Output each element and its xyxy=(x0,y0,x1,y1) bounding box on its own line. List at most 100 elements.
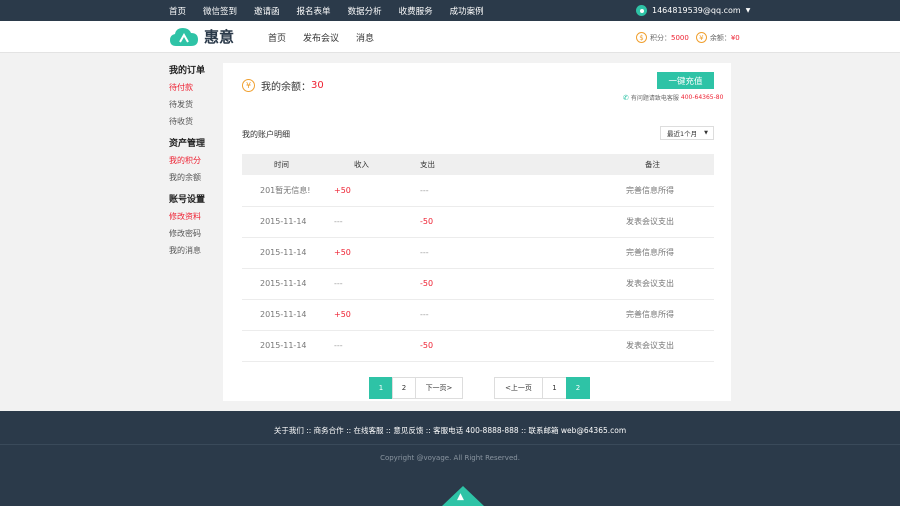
nav-home[interactable]: 首页 xyxy=(268,31,286,44)
cell-expense: --- xyxy=(420,248,429,257)
logo[interactable]: 惠意 xyxy=(169,26,234,47)
table-row: 2015-11-14 +50 --- 完善信息所得 xyxy=(242,299,714,330)
sidebar-title-assets: 资产管理 xyxy=(169,139,206,149)
sidebar-item-edit-profile[interactable]: 修改资料 xyxy=(169,211,229,222)
cell-expense: -50 xyxy=(420,217,434,226)
balance-value: ¥0 xyxy=(730,33,740,42)
cell-time: 2015-11-14 xyxy=(260,279,307,288)
cloud-logo-icon xyxy=(169,26,199,47)
phone-icon: ✆ xyxy=(623,93,629,102)
sidebar-title-account: 账号设置 xyxy=(169,195,206,205)
sidebar-item-my-points[interactable]: 我的积分 xyxy=(169,155,229,166)
sidebar-item-my-messages[interactable]: 我的消息 xyxy=(169,245,229,256)
copyright: Copyright @voyage. All Right Reserved. xyxy=(380,454,520,462)
cell-income: --- xyxy=(334,341,343,350)
page-button-1[interactable]: 1 xyxy=(542,377,567,399)
col-income: 收入 xyxy=(354,160,369,169)
footer-links[interactable]: 关于我们 :: 商务合作 :: 在线客服 :: 意见反馈 :: 客服电话 400… xyxy=(0,425,900,436)
nav-publish-meeting[interactable]: 发布会议 xyxy=(303,31,339,44)
my-balance-label: 我的余额： xyxy=(261,82,311,93)
sidebar-item-pending-shipment[interactable]: 待发货 xyxy=(169,99,229,110)
cell-expense: --- xyxy=(420,185,429,195)
page-button-1[interactable]: 1 xyxy=(369,377,393,399)
header-stats: $ 积分： 5000 ¥ 余额： ¥0 xyxy=(636,32,747,43)
period-selected-value: 最近1个月 xyxy=(667,130,698,138)
user-avatar-icon xyxy=(636,5,647,16)
main-nav: 首页 发布会议 消息 xyxy=(268,21,391,53)
cell-income: +50 xyxy=(334,310,351,319)
prev-page-button[interactable]: <上一页 xyxy=(494,377,543,399)
cell-expense: --- xyxy=(420,310,429,319)
topnav-registration-form[interactable]: 报名表单 xyxy=(297,5,331,17)
recharge-button[interactable]: 一键充值 xyxy=(657,72,714,89)
top-bar: 首页 微信签到 邀请函 报名表单 数据分析 收费服务 成功案例 14648195… xyxy=(0,0,900,21)
cell-time: 2015-11-14 xyxy=(260,217,307,226)
sidebar-group-orders: 我的订单 待付款 待发货 待收货 xyxy=(169,63,229,127)
user-email: 1464819539@qq.com xyxy=(652,6,741,15)
account-detail-title: 我的账户明细 xyxy=(242,130,290,139)
sidebar-title-orders: 我的订单 xyxy=(169,66,206,76)
page-button-2[interactable]: 2 xyxy=(566,377,590,399)
cell-income: --- xyxy=(334,279,343,288)
footer-divider xyxy=(0,444,900,445)
period-select[interactable]: 最近1个月 ▼ xyxy=(660,126,714,140)
chevron-down-icon: ▼ xyxy=(704,130,708,136)
col-expense: 支出 xyxy=(420,160,435,169)
hotline-text: 有问题请致电客服 xyxy=(630,95,679,102)
topnav-wechat-signin[interactable]: 微信签到 xyxy=(203,5,237,17)
top-nav: 首页 微信签到 邀请函 报名表单 数据分析 收费服务 成功案例 xyxy=(169,0,501,21)
site-footer: 关于我们 :: 商务合作 :: 在线客服 :: 意见反馈 :: 客服电话 400… xyxy=(0,411,900,506)
balance-label: 余额： xyxy=(709,33,731,42)
sidebar-item-change-password[interactable]: 修改密码 xyxy=(169,228,229,239)
page-button-2[interactable]: 2 xyxy=(392,377,416,399)
cell-income: +50 xyxy=(334,185,351,195)
table-header-row: 时间 收入 支出 备注 xyxy=(242,154,714,175)
cell-time: 2015-11-14 xyxy=(260,341,307,350)
topnav-success-cases[interactable]: 成功案例 xyxy=(450,5,484,17)
cell-time: 2015-11-14 xyxy=(260,248,307,257)
yen-circle-icon: ¥ xyxy=(242,79,255,92)
sidebar-group-account: 账号设置 修改资料 修改密码 我的消息 xyxy=(169,192,229,256)
chevron-down-icon: ▼ xyxy=(745,7,751,14)
pagination-b: <上一页 1 2 xyxy=(494,377,590,399)
cell-note: 完善信息所得 xyxy=(626,310,674,319)
yen-icon: ¥ xyxy=(695,32,707,43)
topnav-home[interactable]: 首页 xyxy=(169,5,186,17)
col-note: 备注 xyxy=(645,160,660,169)
arrow-up-icon: ▲ xyxy=(457,492,464,502)
hotline: ✆ 有问题请致电客服 400-64365-80 xyxy=(623,93,723,103)
cell-note: 完善信息所得 xyxy=(626,248,674,257)
points-value: 5000 xyxy=(671,33,689,42)
sidebar-item-pending-payment[interactable]: 待付款 xyxy=(169,82,229,93)
account-panel: ¥ 我的余额： 30 一键充值 ✆ 有问题请致电客服 400-64365-80 … xyxy=(223,63,731,401)
table-row: 2015-11-14 --- -50 发表会议支出 xyxy=(242,206,714,237)
cell-time: 2015-11-14 xyxy=(260,310,307,319)
my-balance-amount: 30 xyxy=(311,80,324,91)
user-menu[interactable]: 1464819539@qq.com ▼ xyxy=(636,0,750,21)
cell-note: 发表会议支出 xyxy=(626,279,674,288)
topnav-paid-services[interactable]: 收费服务 xyxy=(399,5,433,17)
sidebar-item-pending-receipt[interactable]: 待收货 xyxy=(169,116,229,127)
cell-income: --- xyxy=(334,217,343,226)
topnav-invitation[interactable]: 邀请函 xyxy=(254,5,280,17)
cell-time: 201暂无信息! xyxy=(260,185,311,195)
cell-expense: -50 xyxy=(420,341,434,350)
nav-messages[interactable]: 消息 xyxy=(356,31,374,44)
cell-note: 发表会议支出 xyxy=(626,341,674,350)
cell-note: 完善信息所得 xyxy=(626,185,674,195)
col-time: 时间 xyxy=(274,160,289,169)
pagination-a: 1 2 下一页> xyxy=(369,377,463,399)
next-page-button[interactable]: 下一页> xyxy=(415,377,463,399)
balance-summary: ¥ 我的余额： 30 xyxy=(242,78,324,93)
table-row: 2015-11-14 --- -50 发表会议支出 xyxy=(242,330,714,361)
sidebar-item-my-balance[interactable]: 我的余额 xyxy=(169,172,229,183)
cell-income: +50 xyxy=(334,248,351,257)
site-header: 惠意 首页 发布会议 消息 $ 积分： 5000 ¥ 余额： ¥0 xyxy=(0,21,900,53)
transactions-table: 时间 收入 支出 备注 201暂无信息! +50 --- 完善信息所得 2015… xyxy=(242,154,714,362)
sidebar: 我的订单 待付款 待发货 待收货 资产管理 我的积分 我的余额 账号设置 修改资… xyxy=(169,63,229,265)
sidebar-group-assets: 资产管理 我的积分 我的余额 xyxy=(169,136,229,183)
table-row: 201暂无信息! +50 --- 完善信息所得 xyxy=(242,175,714,206)
cell-note: 发表会议支出 xyxy=(626,217,674,226)
points-label: 积分： xyxy=(650,33,671,42)
topnav-data-analysis[interactable]: 数据分析 xyxy=(348,5,382,17)
